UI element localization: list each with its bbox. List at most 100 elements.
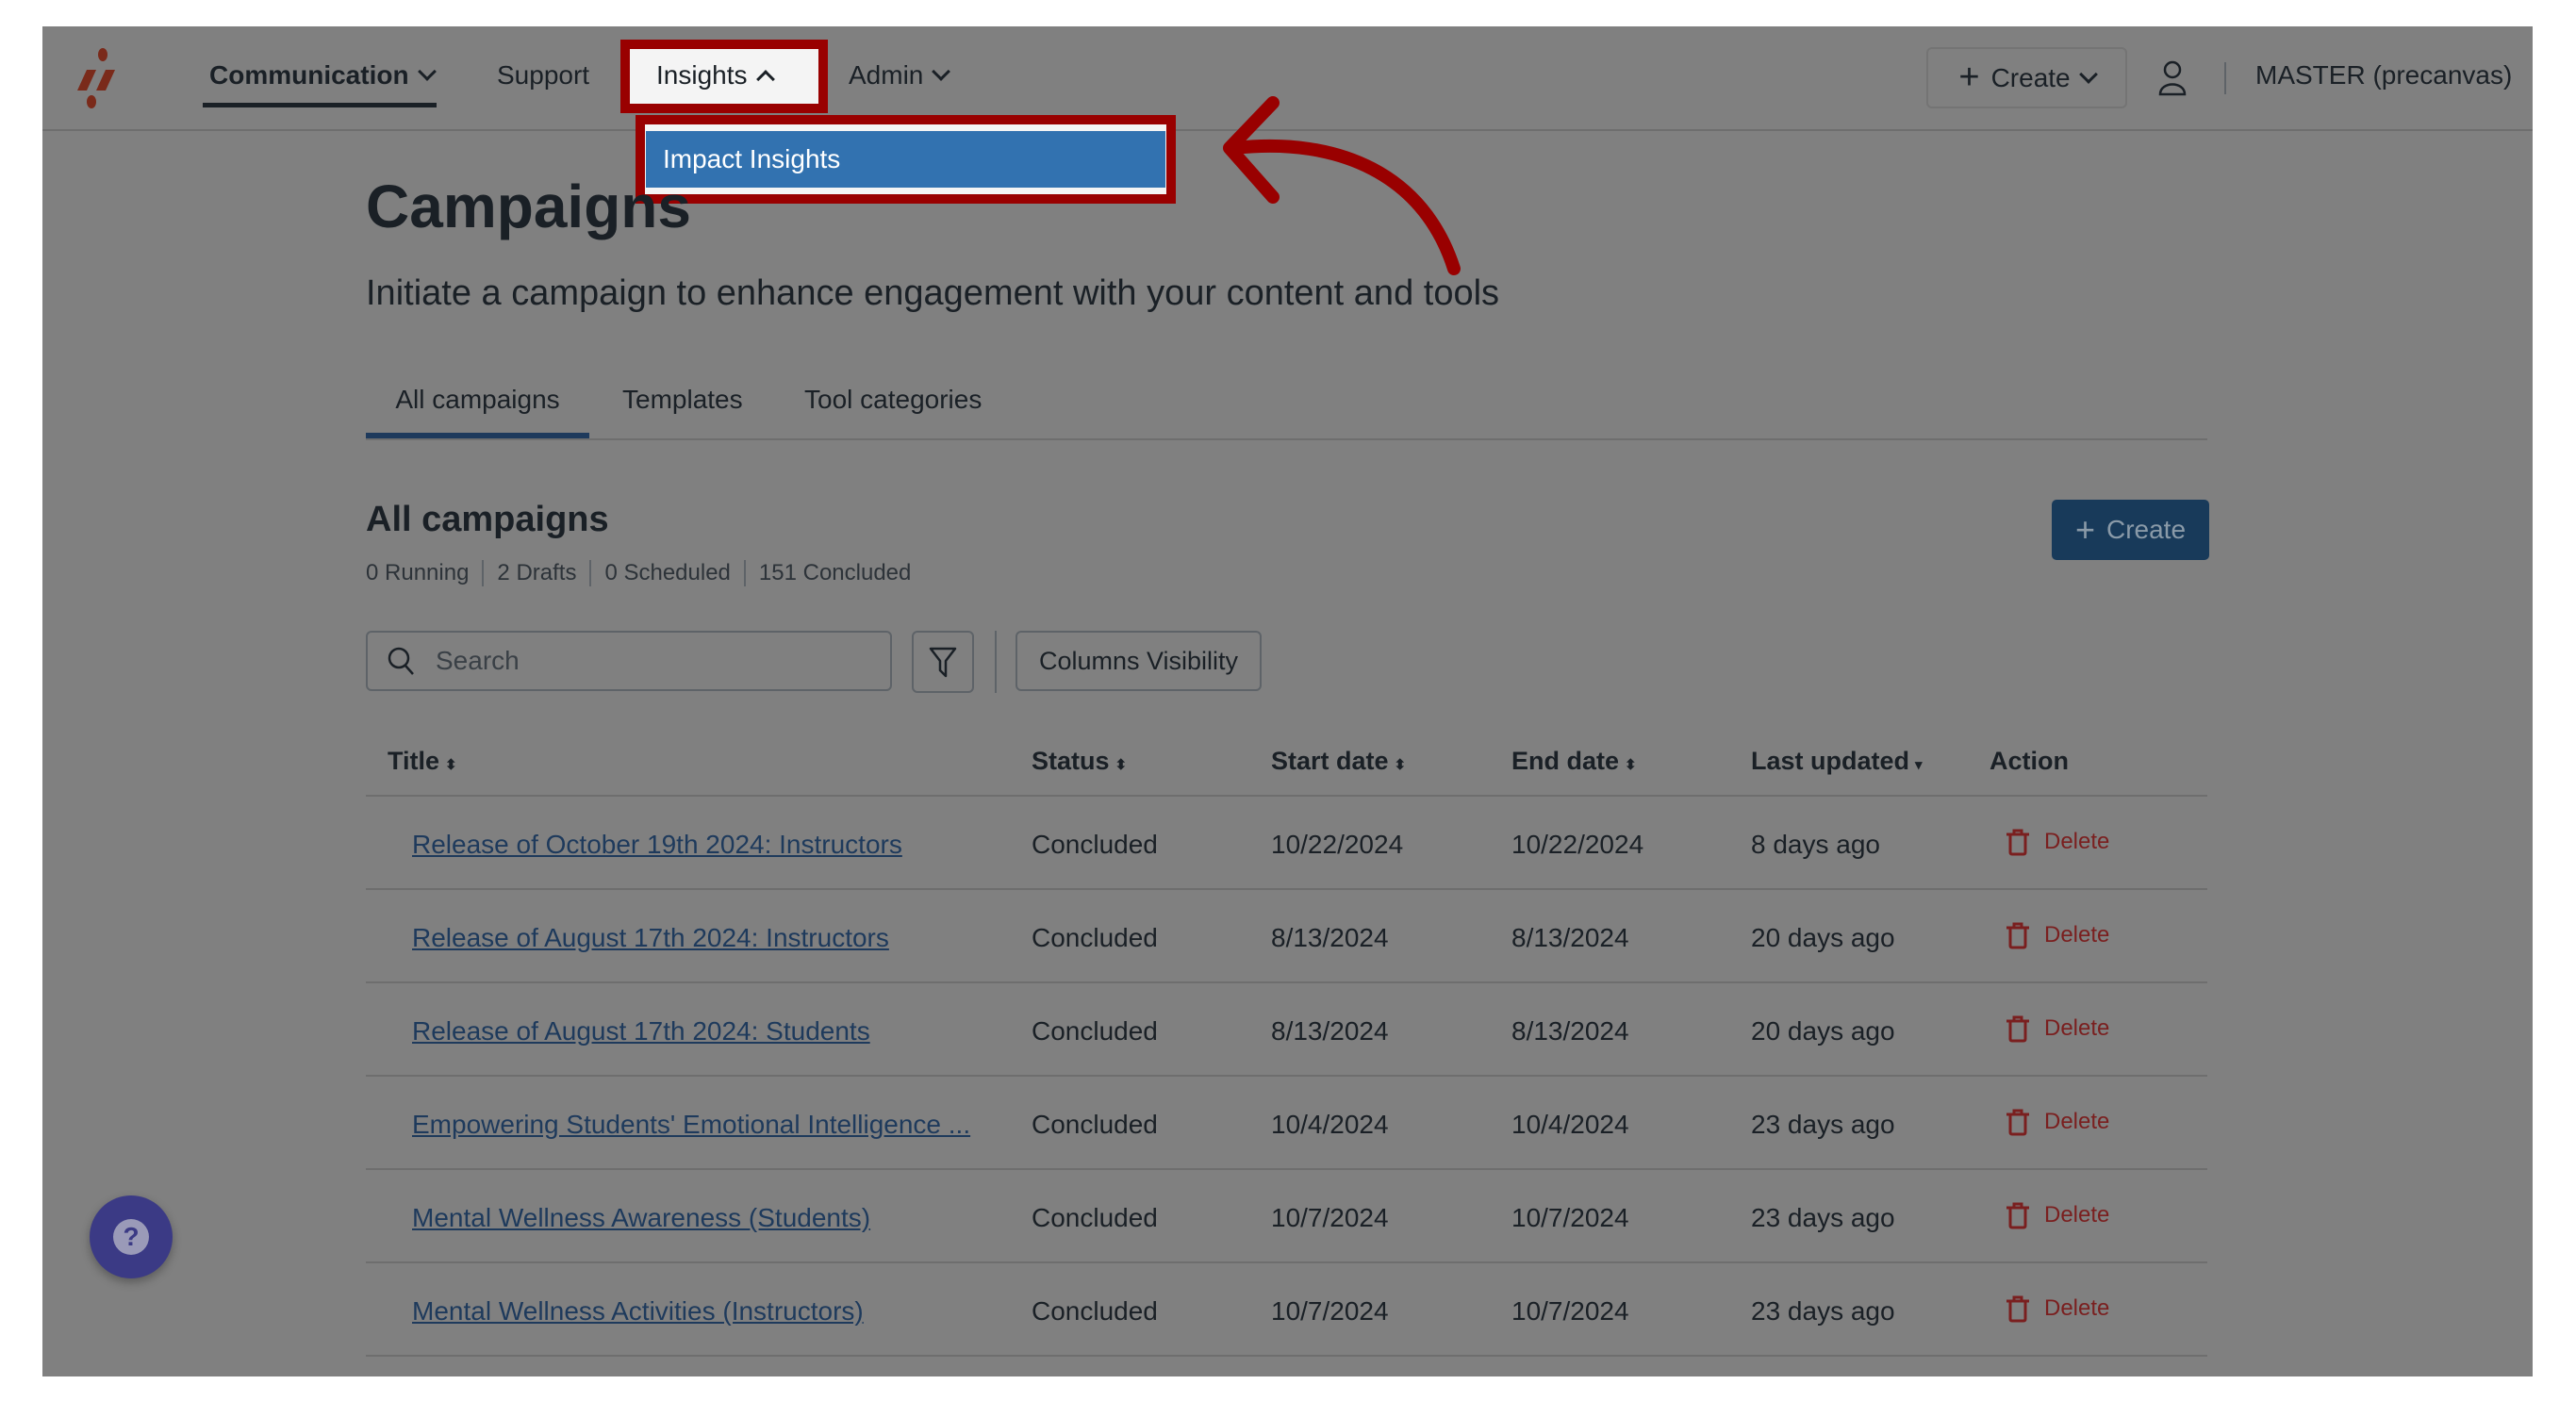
- nav-label: Communication: [209, 60, 409, 90]
- tab-templates[interactable]: Templates: [622, 385, 743, 415]
- count-drafts: 2 Drafts: [497, 560, 577, 585]
- header-label: Last updated: [1751, 747, 1910, 775]
- end-date-cell: 8/13/2024: [1511, 1016, 1629, 1046]
- page-title: Campaigns: [366, 173, 691, 240]
- search-input[interactable]: Search: [366, 631, 892, 691]
- status-cell: Concluded: [1032, 1203, 1158, 1232]
- create-label: Create: [2105, 515, 2187, 544]
- columns-visibility-button[interactable]: Columns Visibility: [1016, 631, 1262, 691]
- section-title: All campaigns: [366, 500, 609, 539]
- delete-button[interactable]: Delete: [2005, 1014, 2109, 1043]
- nav-label: Insights: [656, 60, 748, 90]
- app-logo: [77, 48, 115, 108]
- delete-label: Delete: [2044, 829, 2110, 854]
- delete-label: Delete: [2044, 1202, 2110, 1228]
- col-title[interactable]: Title ⬍: [388, 747, 457, 776]
- table-row: Empowering Students' Emotional Intellige…: [366, 1077, 2207, 1170]
- nav-label: Admin: [849, 60, 924, 90]
- end-date-cell: 10/7/2024: [1511, 1296, 1629, 1326]
- table-row: Release of October 19th 2024: Instructor…: [366, 797, 2207, 890]
- create-campaign-button[interactable]: + Create: [2052, 500, 2209, 560]
- count-running: 0 Running: [366, 560, 470, 585]
- end-date-cell: 8/13/2024: [1511, 923, 1629, 952]
- sort-icon: ⬍: [445, 757, 457, 773]
- col-end-date[interactable]: End date ⬍: [1511, 747, 1637, 776]
- start-date-cell: 10/7/2024: [1271, 1296, 1389, 1326]
- tabs-border: [366, 438, 2207, 440]
- trash-icon: [2006, 1109, 2029, 1136]
- nav-communication[interactable]: Communication: [209, 60, 437, 91]
- trash-icon: [2006, 1295, 2029, 1323]
- status-cell: Concluded: [1032, 830, 1158, 859]
- page-subtitle: Initiate a campaign to enhance engagemen…: [366, 273, 1500, 313]
- last-updated-cell: 23 days ago: [1751, 1296, 1895, 1326]
- nav-label: Support: [497, 60, 590, 90]
- table-row: Mental Wellness Awareness (Students) Con…: [366, 1170, 2207, 1263]
- annotation-arrow-icon: [1223, 96, 1461, 275]
- last-updated-cell: 20 days ago: [1751, 923, 1895, 952]
- dropdown-highlight: Impact Insights: [636, 115, 1176, 204]
- col-status[interactable]: Status ⬍: [1032, 747, 1127, 776]
- divider: [2224, 62, 2226, 94]
- status-cell: Concluded: [1032, 1110, 1158, 1139]
- header-label: End date: [1511, 747, 1620, 775]
- trash-icon: [2006, 1202, 2029, 1229]
- delete-label: Delete: [2044, 922, 2110, 948]
- tab-all-campaigns[interactable]: All campaigns: [366, 385, 589, 415]
- tab-tool-categories[interactable]: Tool categories: [804, 385, 982, 415]
- delete-label: Delete: [2044, 1015, 2110, 1041]
- count-scheduled: 0 Scheduled: [604, 560, 731, 585]
- chevron-down-icon: [932, 62, 951, 81]
- active-tab-underline: [366, 433, 589, 438]
- start-date-cell: 10/7/2024: [1271, 1203, 1389, 1232]
- filter-button[interactable]: [912, 631, 974, 693]
- delete-button[interactable]: Delete: [2005, 1201, 2109, 1229]
- trash-icon: [2006, 1015, 2029, 1043]
- campaign-title-link[interactable]: Empowering Students' Emotional Intellige…: [412, 1110, 970, 1140]
- search-placeholder: Search: [436, 646, 520, 675]
- delete-button[interactable]: Delete: [2005, 1294, 2109, 1323]
- last-updated-cell: 23 days ago: [1751, 1110, 1895, 1139]
- sort-icon: ⬍: [1625, 757, 1637, 773]
- table-row: Release of August 17th 2024: Students Co…: [366, 983, 2207, 1077]
- campaign-title-link[interactable]: Release of August 17th 2024: Instructors: [412, 923, 889, 953]
- col-last-updated[interactable]: Last updated ▾: [1751, 747, 1923, 776]
- help-button[interactable]: ?: [90, 1195, 173, 1278]
- delete-label: Delete: [2044, 1295, 2110, 1321]
- sort-icon: ⬍: [1115, 757, 1128, 773]
- global-create-button[interactable]: + Create: [1926, 47, 2127, 108]
- delete-button[interactable]: Delete: [2005, 921, 2109, 949]
- sort-desc-icon: ▾: [1915, 757, 1923, 773]
- start-date-cell: 8/13/2024: [1271, 923, 1389, 952]
- campaign-title-link[interactable]: Mental Wellness Activities (Instructors): [412, 1296, 864, 1327]
- help-icon: ?: [113, 1219, 149, 1255]
- end-date-cell: 10/7/2024: [1511, 1203, 1629, 1232]
- delete-button[interactable]: Delete: [2005, 828, 2109, 856]
- start-date-cell: 10/22/2024: [1271, 830, 1404, 859]
- nav-support[interactable]: Support: [497, 60, 589, 91]
- plus-icon: +: [2074, 510, 2095, 549]
- divider: [995, 631, 997, 693]
- status-cell: Concluded: [1032, 923, 1158, 952]
- divider: [743, 560, 746, 586]
- start-date-cell: 8/13/2024: [1271, 1016, 1389, 1046]
- col-start-date[interactable]: Start date ⬍: [1271, 747, 1406, 776]
- user-icon[interactable]: [2157, 58, 2188, 96]
- account-name[interactable]: MASTER (precanvas): [2255, 60, 2512, 91]
- sort-icon: ⬍: [1394, 757, 1407, 773]
- menu-item-impact-insights[interactable]: Impact Insights: [646, 131, 1165, 188]
- table-row: Mental Wellness Activities (Instructors)…: [366, 1263, 2207, 1357]
- last-updated-cell: 8 days ago: [1751, 830, 1880, 859]
- chevron-down-icon: [2078, 64, 2098, 84]
- campaign-title-link[interactable]: Release of August 17th 2024: Students: [412, 1016, 870, 1047]
- nav-insights[interactable]: Insights: [656, 60, 775, 91]
- campaign-title-link[interactable]: Mental Wellness Awareness (Students): [412, 1203, 870, 1233]
- filter-icon: [929, 647, 957, 678]
- trash-icon: [2006, 829, 2029, 856]
- delete-label: Delete: [2044, 1109, 2110, 1134]
- trash-icon: [2006, 922, 2029, 949]
- active-nav-underline: [203, 103, 437, 107]
- campaign-title-link[interactable]: Release of October 19th 2024: Instructor…: [412, 830, 902, 860]
- nav-admin[interactable]: Admin: [849, 60, 951, 91]
- delete-button[interactable]: Delete: [2005, 1108, 2109, 1136]
